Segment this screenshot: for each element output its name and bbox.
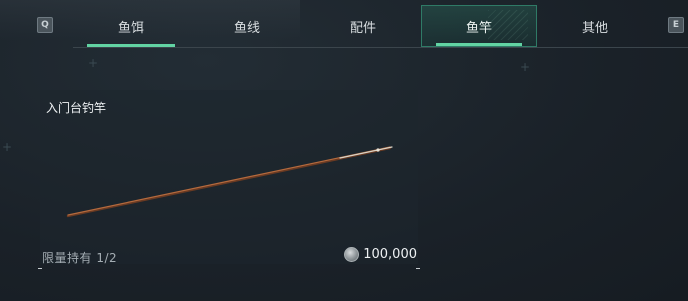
tab-other[interactable]: 其他: [537, 5, 653, 47]
decor-cross: +: [520, 60, 531, 74]
corner-mark: [416, 268, 420, 269]
price-value: 100,000: [363, 247, 417, 262]
silver-coin-icon: [344, 247, 360, 262]
tab-bait[interactable]: 鱼饵: [73, 5, 189, 47]
decor-cross: +: [88, 56, 99, 70]
item-title: 入门台钓竿: [46, 101, 107, 115]
fishing-rod-image: [66, 146, 393, 218]
tab-rod[interactable]: 鱼竿: [421, 5, 537, 47]
tab-accessories[interactable]: 配件: [305, 5, 421, 47]
tab-line[interactable]: 鱼线: [189, 5, 305, 47]
price: 100,000: [344, 247, 417, 262]
key-hint-next[interactable]: E: [668, 17, 684, 33]
holding-limit-text: 限量持有 1/2: [42, 251, 118, 265]
decor-cross: +: [2, 140, 13, 154]
category-tabs: 鱼饵 鱼线 配件 鱼竿 其他: [73, 5, 688, 48]
key-hint-prev[interactable]: Q: [37, 17, 53, 33]
corner-mark: [38, 268, 42, 269]
